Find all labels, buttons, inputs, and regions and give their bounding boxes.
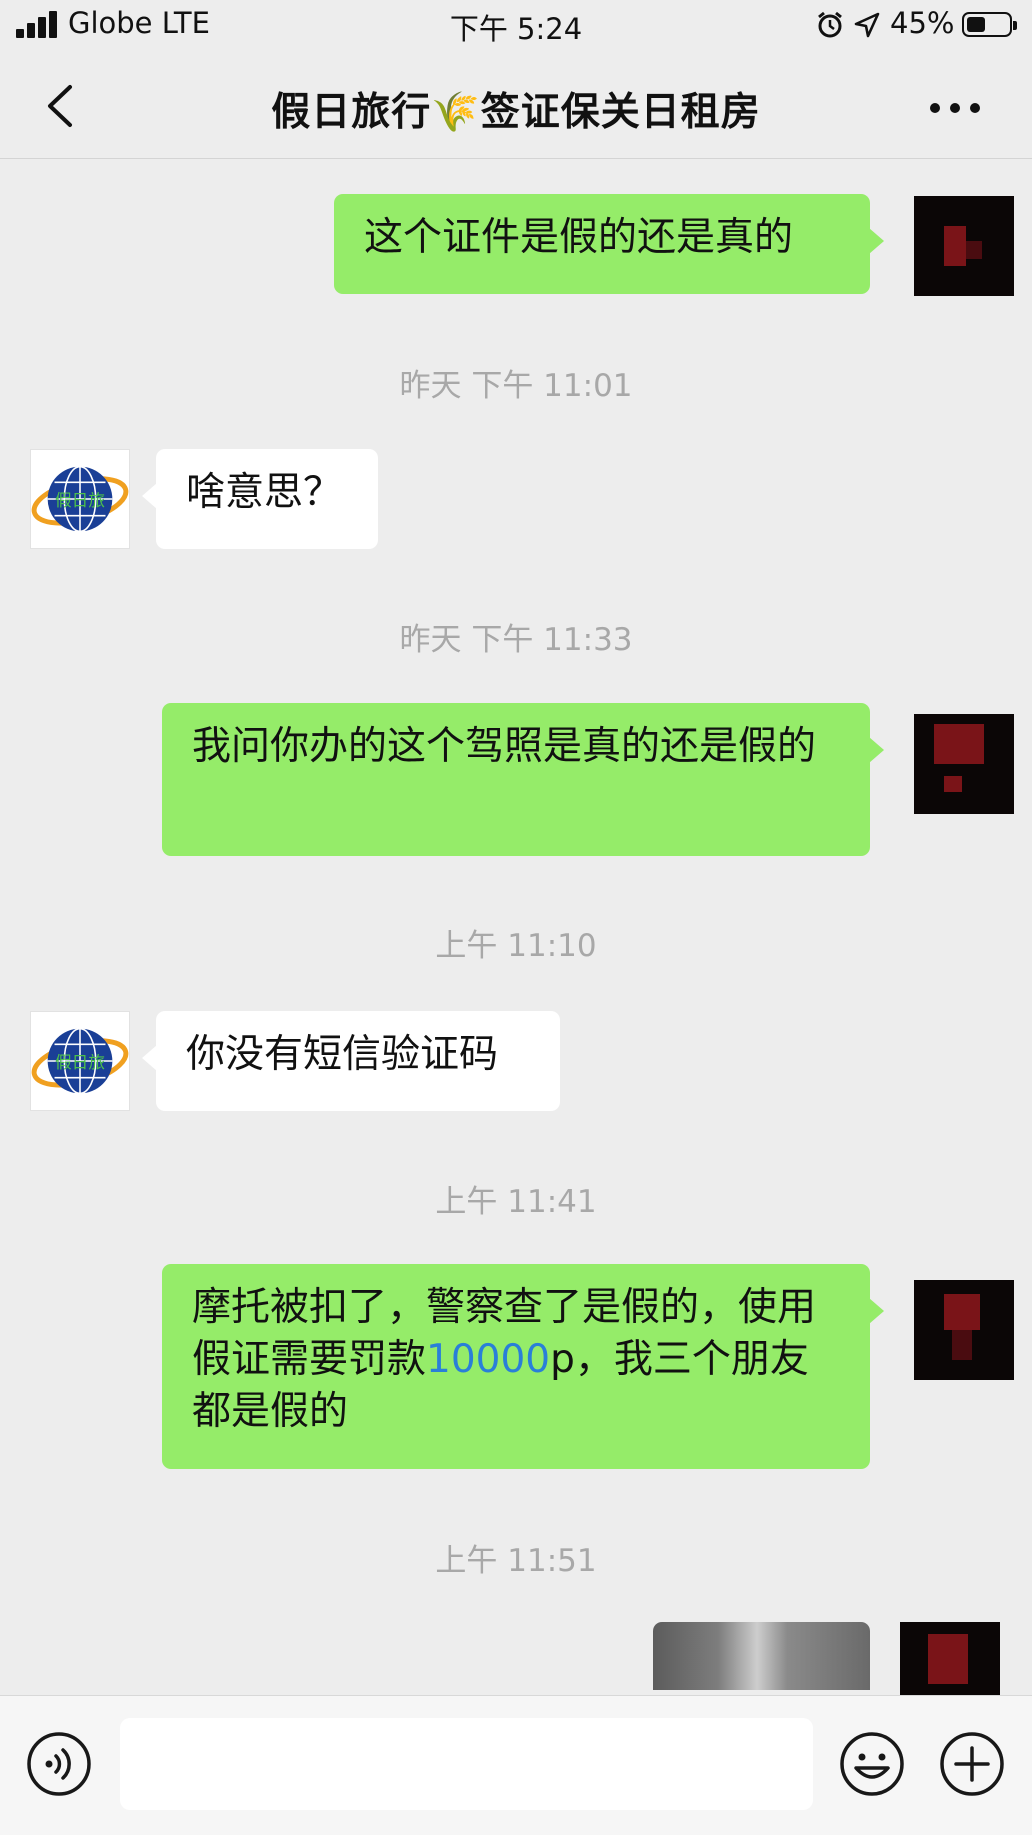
alarm-icon	[818, 11, 842, 38]
travel-logo-icon: 假日旅	[31, 465, 129, 533]
battery-icon	[962, 12, 1017, 37]
location-arrow-icon	[854, 12, 880, 38]
battery-percent: 45%	[890, 6, 955, 40]
timestamp: 昨天 下午 11:01	[399, 368, 633, 404]
plus-icon[interactable]	[938, 1730, 1006, 1798]
contact-avatar[interactable]: 假日旅	[30, 449, 130, 549]
message-bubble-sent[interactable]: 这个证件是假的还是真的	[334, 194, 884, 294]
message-text: 我问你办的这个驾照是真的还是假的	[192, 724, 817, 769]
message-bubble-sent[interactable]: 摩托被扣了，警察查了是假的，使用假证需要罚款10000p，我三个朋友都是假的	[162, 1264, 884, 1469]
travel-logo-icon: 假日旅	[31, 1027, 129, 1095]
contact-avatar[interactable]: 假日旅	[30, 1011, 130, 1111]
chat-header: 假日旅行🌾签证保关日租房	[0, 55, 1032, 159]
timestamp: 上午 11:10	[435, 928, 597, 964]
message-bubble-received[interactable]: 啥意思？	[142, 449, 378, 549]
my-avatar[interactable]	[914, 1280, 1014, 1380]
chat-title: 假日旅行🌾签证保关日租房	[271, 90, 761, 135]
input-bar	[0, 1695, 1032, 1835]
message-bubble-sent[interactable]: 我问你办的这个驾照是真的还是假的	[162, 703, 884, 856]
my-avatar[interactable]	[914, 196, 1014, 296]
message-bubble-received[interactable]: 你没有短信验证码	[142, 1011, 560, 1111]
my-avatar[interactable]	[900, 1622, 1000, 1695]
voice-icon[interactable]	[25, 1730, 93, 1798]
image-message[interactable]	[653, 1622, 870, 1690]
message-text: 啥意思？	[186, 470, 343, 515]
logo-text: 假日旅	[55, 491, 105, 510]
emoji-icon[interactable]	[838, 1730, 906, 1798]
my-avatar[interactable]	[914, 714, 1014, 814]
timestamp: 上午 11:41	[435, 1184, 597, 1220]
logo-text: 假日旅	[55, 1053, 105, 1072]
message-input[interactable]	[120, 1718, 813, 1810]
timestamp: 昨天 下午 11:33	[399, 622, 633, 658]
message-text: 这个证件是假的还是真的	[364, 215, 794, 260]
status-bar: Globe LTE 下午 5:24 45%	[0, 0, 1032, 50]
phone-number-link[interactable]: 10000	[426, 1337, 550, 1382]
message-text: 你没有短信验证码	[186, 1032, 499, 1077]
timestamp: 上午 11:51	[435, 1543, 597, 1579]
more-dots-icon[interactable]	[925, 83, 985, 133]
